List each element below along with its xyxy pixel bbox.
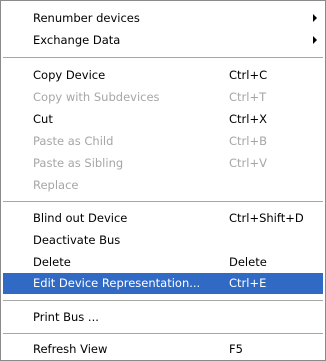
menu-item-shortcut: Ctrl+B — [229, 134, 267, 148]
menu-item-label: Blind out Device — [33, 211, 128, 225]
menu-item-label: Paste as Sibling — [33, 156, 124, 170]
menu-item-blind-out-device[interactable]: Blind out Device Ctrl+Shift+D — [3, 208, 323, 229]
menu-item-renumber-devices[interactable]: Renumber devices — [3, 8, 323, 29]
menu-separator — [3, 333, 323, 334]
menu-item-shortcut: F5 — [229, 342, 243, 356]
menu-item-label: Refresh View — [33, 342, 108, 356]
menu-item-shortcut: Ctrl+X — [229, 112, 267, 126]
menu-item-shortcut: Delete — [229, 255, 267, 269]
menu-item-label: Delete — [33, 255, 71, 269]
menu-item-label: Replace — [33, 178, 79, 192]
menu-item-label: Deactivate Bus — [33, 233, 121, 247]
menu-item-cut[interactable]: Cut Ctrl+X — [3, 109, 323, 130]
context-menu: Renumber devices Exchange Data Copy Devi… — [0, 0, 326, 361]
menu-item-shortcut: Ctrl+C — [229, 68, 268, 82]
menu-item-delete[interactable]: Delete Delete — [3, 252, 323, 273]
menu-item-shortcut: Ctrl+Shift+D — [229, 211, 304, 225]
submenu-arrow-icon — [313, 14, 317, 22]
menu-item-deactivate-bus[interactable]: Deactivate Bus — [3, 230, 323, 251]
menu-item-label: Print Bus ... — [33, 310, 99, 324]
menu-separator — [3, 57, 323, 58]
menu-item-label: Cut — [33, 112, 53, 126]
menu-separator — [3, 201, 323, 202]
menu-item-label: Paste as Child — [33, 134, 114, 148]
menu-separator — [3, 300, 323, 301]
menu-item-exchange-data[interactable]: Exchange Data — [3, 30, 323, 51]
menu-item-refresh-view[interactable]: Refresh View F5 — [3, 339, 323, 360]
submenu-arrow-icon — [313, 36, 317, 44]
menu-item-label: Edit Device Representation... — [33, 276, 201, 290]
menu-item-shortcut: Ctrl+V — [229, 156, 267, 170]
menu-item-edit-device-representation[interactable]: Edit Device Representation... Ctrl+E — [3, 273, 323, 294]
menu-item-print-bus[interactable]: Print Bus ... — [3, 307, 323, 328]
menu-item-label: Copy with Subdevices — [33, 90, 160, 104]
menu-item-shortcut: Ctrl+T — [229, 90, 267, 104]
menu-item-label: Renumber devices — [33, 11, 140, 25]
menu-item-label: Exchange Data — [33, 33, 121, 47]
menu-item-paste-as-sibling[interactable]: Paste as Sibling Ctrl+V — [3, 153, 323, 174]
menu-item-replace[interactable]: Replace — [3, 175, 323, 196]
menu-item-copy-device[interactable]: Copy Device Ctrl+C — [3, 65, 323, 86]
menu-item-copy-with-subdevices[interactable]: Copy with Subdevices Ctrl+T — [3, 87, 323, 108]
menu-item-shortcut: Ctrl+E — [229, 276, 267, 290]
menu-item-label: Copy Device — [33, 68, 106, 82]
menu-item-paste-as-child[interactable]: Paste as Child Ctrl+B — [3, 131, 323, 152]
